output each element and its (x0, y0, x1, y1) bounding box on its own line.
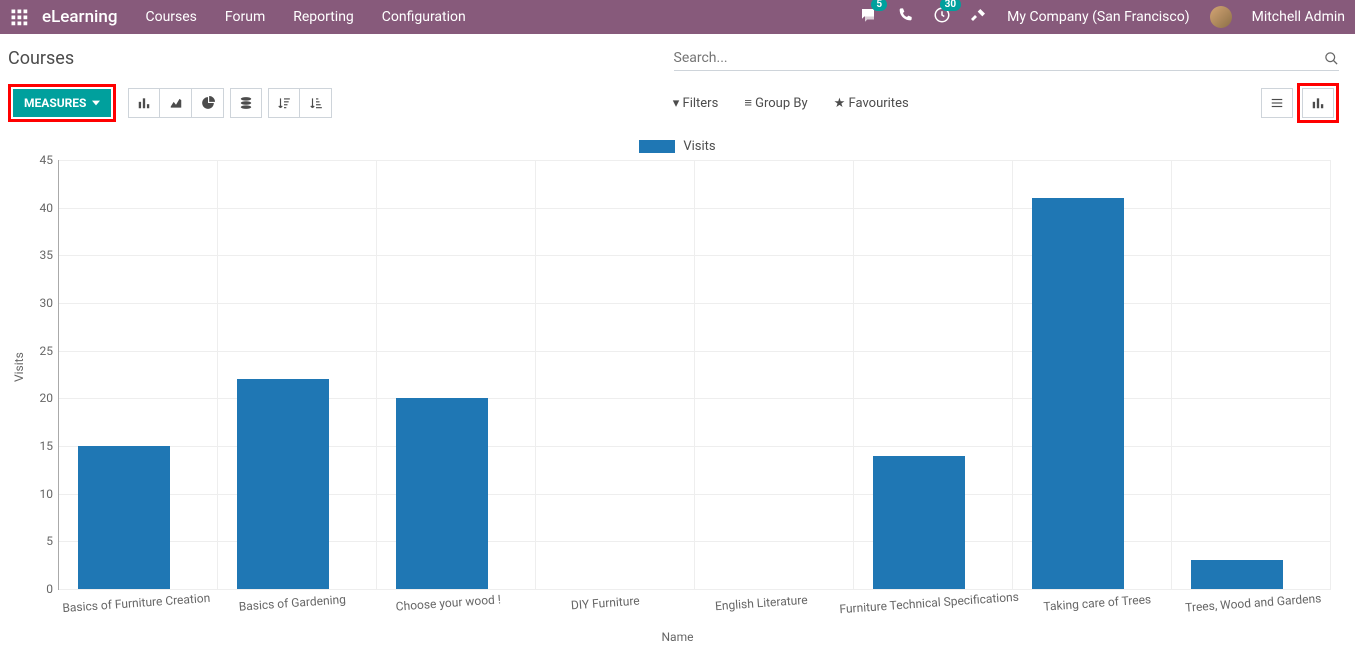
y-tick: 35 (27, 248, 53, 262)
groupby-button[interactable]: ≡ Group By (744, 95, 807, 111)
y-tick: 40 (27, 201, 53, 215)
line-chart-icon[interactable] (160, 88, 192, 118)
topbar-right: 5 30 My Company (San Francisco) Mitchell… (859, 6, 1345, 28)
bar[interactable] (1191, 560, 1283, 589)
caret-down-icon (92, 99, 100, 107)
nav-courses[interactable]: Courses (145, 9, 196, 25)
y-tick: 25 (27, 344, 53, 358)
nav-configuration[interactable]: Configuration (382, 9, 466, 25)
y-axis-title: Visits (12, 352, 26, 382)
chart-legend: Visits (18, 135, 1337, 160)
groupby-label: Group By (755, 96, 808, 111)
y-tick: 10 (27, 487, 53, 501)
nav-forum[interactable]: Forum (225, 9, 265, 25)
pie-chart-icon[interactable] (192, 88, 224, 118)
clock-icon[interactable]: 30 (933, 6, 951, 28)
stacked-icon[interactable] (230, 88, 262, 118)
y-tick: 0 (27, 582, 53, 596)
measures-label: MEASURES (24, 96, 86, 110)
y-tick: 5 (27, 534, 53, 548)
bar[interactable] (396, 398, 488, 589)
phone-icon[interactable] (897, 7, 913, 27)
bar[interactable] (78, 446, 170, 589)
filters-label: Filters (683, 96, 719, 111)
search-input[interactable] (674, 46, 1325, 70)
messages-badge: 5 (871, 0, 887, 11)
avatar[interactable] (1210, 6, 1232, 28)
brand[interactable]: eLearning (42, 7, 117, 27)
apps-icon[interactable] (10, 8, 28, 26)
sort-desc-icon[interactable] (268, 88, 300, 118)
user-name[interactable]: Mitchell Admin (1252, 9, 1345, 25)
nav-reporting[interactable]: Reporting (293, 9, 354, 25)
search-wrap (674, 46, 1340, 71)
plot-area: 051015202530354045 (58, 160, 1331, 590)
x-axis-title: Name (18, 630, 1337, 644)
view-switcher (1261, 83, 1339, 123)
measures-button[interactable]: MEASURES (13, 89, 111, 117)
favourites-label: Favourites (849, 96, 909, 111)
tools-icon[interactable] (971, 7, 987, 27)
clock-badge: 30 (940, 0, 961, 11)
bar[interactable] (1032, 198, 1124, 589)
search-icon[interactable] (1324, 51, 1339, 66)
highlight-graph-view (1297, 83, 1339, 123)
bar[interactable] (237, 379, 329, 589)
y-tick: 45 (27, 153, 53, 167)
toolbar: MEASURES ▾ Filters ≡ Group By ★ Favourit… (0, 73, 1355, 133)
sort-asc-icon[interactable] (300, 88, 332, 118)
chart-type-group (128, 88, 224, 118)
company-switcher[interactable]: My Company (San Francisco) (1007, 9, 1189, 25)
filters-button[interactable]: ▾ Filters (673, 96, 719, 111)
chart: Visits Visits 051015202530354045 Basics … (0, 133, 1355, 654)
y-tick: 15 (27, 439, 53, 453)
legend-label: Visits (683, 139, 715, 154)
breadcrumb-row: Courses (0, 34, 1355, 73)
bar-chart-icon[interactable] (128, 88, 160, 118)
x-labels: Basics of Furniture CreationBasics of Ga… (58, 590, 1331, 610)
legend-swatch (639, 140, 675, 153)
stack-group (230, 88, 262, 118)
graph-view-icon[interactable] (1302, 88, 1334, 118)
top-nav: eLearning Courses Forum Reporting Config… (0, 0, 1355, 34)
messages-icon[interactable]: 5 (859, 6, 877, 28)
y-tick: 20 (27, 391, 53, 405)
sort-group (268, 88, 332, 118)
favourites-button[interactable]: ★ Favourites (834, 96, 909, 111)
bar[interactable] (873, 456, 965, 589)
page-title: Courses (8, 48, 74, 69)
list-view-icon[interactable] (1261, 88, 1293, 118)
nav-menu: Courses Forum Reporting Configuration (145, 9, 465, 25)
filter-bar: ▾ Filters ≡ Group By ★ Favourites (673, 95, 909, 111)
y-tick: 30 (27, 296, 53, 310)
highlight-measures: MEASURES (8, 84, 116, 122)
